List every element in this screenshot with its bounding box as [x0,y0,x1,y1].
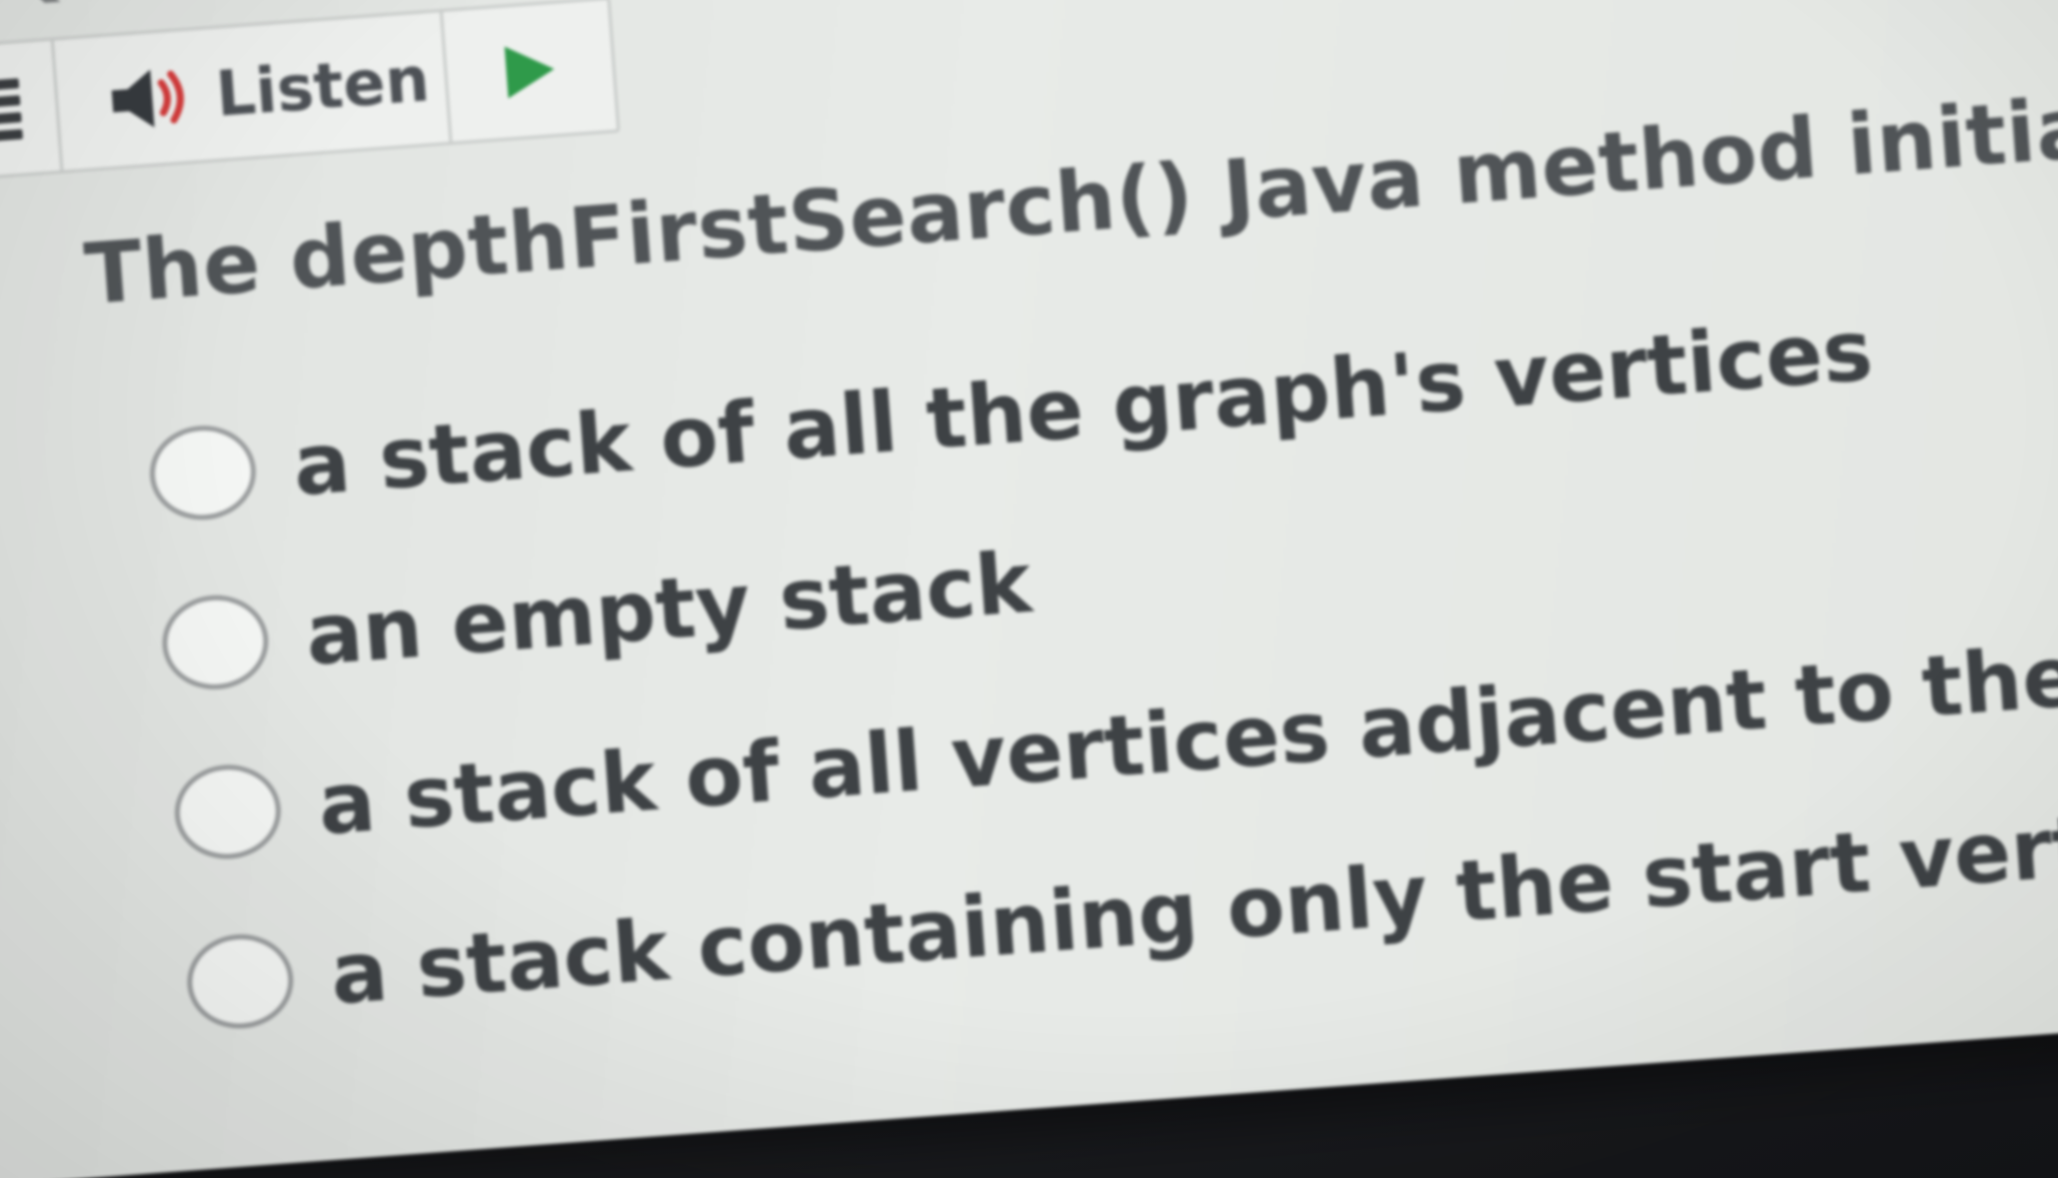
play-icon [503,43,556,99]
play-button[interactable] [443,0,617,142]
radio-button[interactable] [183,930,297,1033]
speaker-icon [111,69,184,128]
radio-button[interactable] [159,591,272,694]
monitor-screen: Question Listen The depthFirstSearch() J… [0,0,2058,1178]
listen-button[interactable]: Listen [53,11,453,171]
photo-scene: Question Listen The depthFirstSearch() J… [0,0,2058,1178]
listen-label: Listen [213,41,432,131]
hamburger-menu-icon [0,71,23,151]
option-label: an empty stack [302,533,1035,685]
radio-button[interactable] [171,761,285,863]
menu-button[interactable] [0,40,64,181]
answer-options: a stack of all the graph's vertices an e… [144,209,2058,1070]
radio-button[interactable] [146,422,260,524]
readspeaker-toolbar: Listen [0,0,621,184]
